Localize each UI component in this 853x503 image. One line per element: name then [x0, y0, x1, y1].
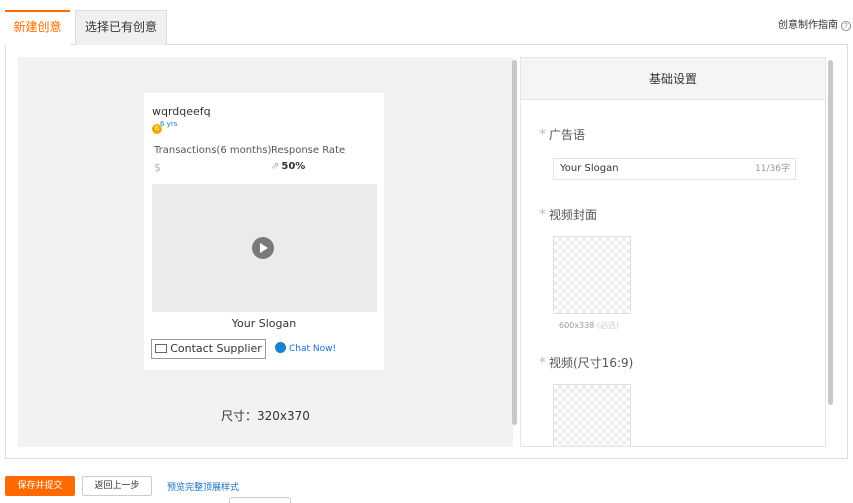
- tab-select-existing[interactable]: 选择已有创意: [75, 10, 167, 45]
- tab-new-creative[interactable]: 新建创意: [5, 10, 70, 45]
- video-field-label: * 视频(尺寸16:9): [539, 354, 633, 371]
- preview-full-link[interactable]: 预览完整顶展样式: [167, 480, 239, 493]
- contact-supplier-button[interactable]: Contact Supplier: [151, 339, 266, 359]
- help-icon: ?: [841, 21, 851, 31]
- cover-hint-size: 600x338: [559, 321, 595, 330]
- share-arrow-icon: ⇗: [271, 161, 280, 172]
- video-placeholder[interactable]: [152, 184, 377, 312]
- chat-now-link[interactable]: Chat Now!: [275, 342, 336, 354]
- required-star: *: [539, 207, 546, 223]
- transactions-value: $: [154, 161, 161, 174]
- response-rate-label: Response Rate: [271, 145, 346, 156]
- cover-upload[interactable]: [553, 236, 631, 314]
- company-name: wqrdqeefq: [152, 105, 211, 118]
- response-rate-value: 50%: [281, 161, 306, 172]
- video-label-text: 视频(尺寸16:9): [549, 356, 634, 370]
- tab-bar: 新建创意 选择已有创意: [5, 10, 848, 45]
- required-star: *: [539, 355, 546, 371]
- preview-pane: wqrdqeefq G 6 yrs Transactions(6 months)…: [18, 57, 513, 447]
- settings-panel: 基础设置 * 广告语 Your Slogan 11/36字 * 视频封面 600x3…: [520, 57, 826, 447]
- required-star: *: [539, 127, 546, 143]
- gold-supplier-badge: G 6 yrs: [152, 120, 180, 134]
- preview-slogan: Your Slogan: [231, 317, 297, 330]
- contact-label: Contact Supplier: [170, 342, 262, 355]
- guide-label: 创意制作指南: [778, 20, 838, 31]
- partial-element: [229, 497, 291, 503]
- creative-guide-link[interactable]: 创意制作指南?: [778, 16, 851, 31]
- cover-hint: 600x338 (必选): [559, 320, 619, 331]
- transactions-label: Transactions(6 months): [154, 145, 272, 156]
- slogan-field-label: * 广告语: [539, 126, 585, 143]
- save-submit-button[interactable]: 保存并提交: [5, 476, 75, 496]
- back-button[interactable]: 返回上一步: [82, 476, 152, 496]
- main-panel: wqrdqeefq G 6 yrs Transactions(6 months)…: [5, 45, 848, 459]
- cover-label-text: 视频封面: [549, 208, 598, 222]
- cover-hint-required: (必选): [596, 321, 620, 330]
- preview-scrollbar[interactable]: [512, 60, 517, 425]
- mail-icon: [155, 344, 168, 353]
- settings-title: 基础设置: [521, 58, 825, 100]
- chat-icon: [275, 342, 286, 353]
- preview-size: 尺寸：320x370: [221, 409, 310, 423]
- slogan-label-text: 广告语: [549, 128, 586, 142]
- video-upload[interactable]: [553, 384, 631, 446]
- slogan-counter: 11/36字: [755, 164, 790, 174]
- chat-label: Chat Now!: [289, 344, 337, 354]
- slogan-input-value: Your Slogan: [560, 163, 619, 174]
- settings-scrollbar[interactable]: [828, 60, 833, 405]
- response-rate: ⇗ 50%: [271, 161, 305, 172]
- slogan-input[interactable]: Your Slogan 11/36字: [553, 158, 796, 180]
- play-icon[interactable]: [252, 237, 274, 259]
- preview-card: wqrdqeefq G 6 yrs Transactions(6 months)…: [144, 93, 384, 370]
- gold-years: 6 yrs: [160, 120, 178, 128]
- cover-field-label: * 视频封面: [539, 206, 597, 223]
